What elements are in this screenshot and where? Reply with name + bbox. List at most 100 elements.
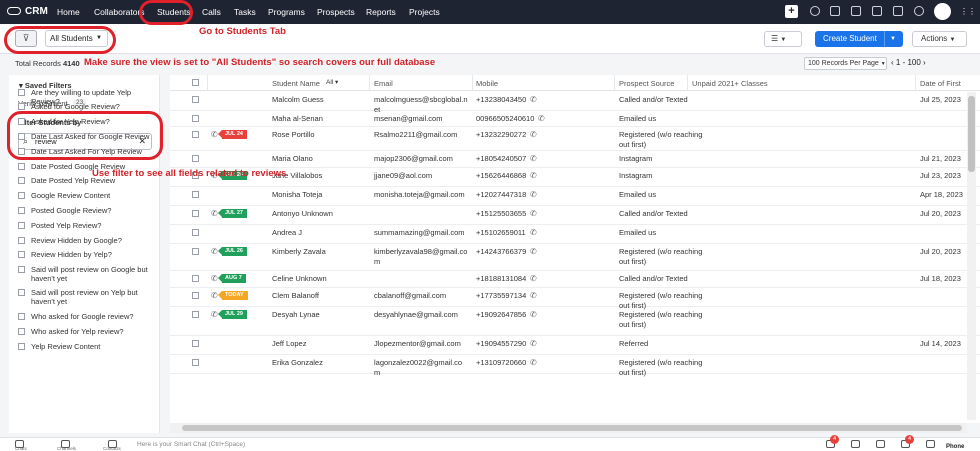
phone-label[interactable]: Phone: [946, 444, 964, 450]
phone-icon[interactable]: ✆: [538, 114, 545, 123]
col-unpaid-classes[interactable]: Unpaid 2021+ Classes: [692, 79, 768, 88]
student-name[interactable]: Rose Portillo: [272, 130, 367, 140]
student-email[interactable]: jjane09@aol.com: [374, 171, 468, 181]
row-checkbox[interactable]: [192, 131, 199, 138]
announcement-icon[interactable]: 4: [826, 435, 839, 448]
student-name[interactable]: Erika Gonzalez: [272, 358, 367, 368]
table-row[interactable]: Jeff Lopez Jlopezmentor@gmail.com +1909455…: [170, 336, 980, 355]
student-mobile[interactable]: +12027447318: [476, 190, 526, 200]
student-mobile[interactable]: +15125503655: [476, 209, 526, 219]
settings-gear-icon[interactable]: [914, 6, 924, 16]
row-checkbox[interactable]: [192, 155, 199, 162]
student-mobile[interactable]: +17735597134: [476, 291, 526, 301]
table-row[interactable]: ✆ JUL 29 Desyah Lynae desyahlynae@gmail.com…: [170, 307, 980, 336]
alarm-icon[interactable]: 4: [901, 435, 914, 448]
records-per-page-select[interactable]: 100 Records Per Page ▼: [804, 57, 887, 70]
table-row[interactable]: ✆ JUL 26 Jane Villalobos jjane09@aol.com +15…: [170, 168, 980, 187]
student-email[interactable]: lagonzalez0022@gmail.com: [374, 358, 468, 377]
phone-call-icon[interactable]: ✆: [211, 130, 218, 139]
student-name[interactable]: Clem Balanoff: [272, 291, 367, 301]
filter-field-checkbox[interactable]: [18, 207, 25, 214]
chevron-down-icon[interactable]: ▼: [890, 31, 896, 47]
nav-reports[interactable]: Reports: [366, 7, 396, 17]
table-row[interactable]: ✆ AUG 7 Celine Unknown +18188131084 ✆ Called …: [170, 271, 980, 288]
row-checkbox[interactable]: [192, 115, 199, 122]
filter-field-item[interactable]: Review Hidden by Google?: [18, 236, 158, 245]
student-email[interactable]: kimberlyzavala98@gmail.com: [374, 247, 468, 266]
student-email[interactable]: majop2306@gmail.com: [374, 154, 468, 164]
filter-field-checkbox[interactable]: [18, 177, 25, 184]
smart-chat-input[interactable]: Here is your Smart Chat (Ctrl+Space): [137, 441, 245, 448]
student-mobile[interactable]: +13232290272: [476, 130, 526, 140]
filter-field-item[interactable]: Said will post review on Google but have…: [18, 265, 158, 283]
actions-button[interactable]: Actions ▼: [912, 31, 967, 47]
mail-icon[interactable]: [872, 6, 882, 16]
student-mobile[interactable]: +18188131084: [476, 274, 526, 284]
student-name[interactable]: Maha al-Senan: [272, 114, 367, 124]
student-name[interactable]: Jeff Lopez: [272, 339, 367, 349]
filter-field-item[interactable]: Posted Google Review?: [18, 206, 158, 215]
phone-icon[interactable]: ✆: [530, 310, 537, 319]
row-checkbox[interactable]: [192, 292, 199, 299]
student-mobile[interactable]: +18054240507: [476, 154, 526, 164]
student-mobile[interactable]: +13238043450: [476, 95, 526, 105]
nav-collaborators[interactable]: Collaborators: [94, 7, 145, 17]
nav-projects[interactable]: Projects: [409, 7, 440, 17]
filter-field-item[interactable]: Posted Yelp Review?: [18, 221, 158, 230]
table-row[interactable]: Maria Olano majop2306@gmail.com +180542405…: [170, 151, 980, 168]
phone-icon[interactable]: ✆: [530, 190, 537, 199]
name-filter-select[interactable]: All ▾: [326, 78, 338, 86]
table-row[interactable]: ✆ TODAY Clem Balanoff cbalanoff@gmail.com +1…: [170, 288, 980, 310]
row-checkbox[interactable]: [192, 210, 199, 217]
filter-field-checkbox[interactable]: [18, 192, 25, 199]
table-row[interactable]: Monisha Toteja monisha.toteja@gmail.com +1…: [170, 187, 980, 206]
student-name[interactable]: Kimberly Zavala: [272, 247, 367, 257]
refresh-icon[interactable]: [876, 440, 885, 448]
phone-call-icon[interactable]: ✆: [211, 310, 218, 319]
prev-page-icon[interactable]: ‹: [891, 58, 894, 67]
horizontal-scrollbar[interactable]: [170, 423, 967, 433]
filter-field-item[interactable]: Who asked for Yelp review?: [18, 327, 158, 336]
student-mobile[interactable]: +14243766379: [476, 247, 526, 257]
select-all-checkbox[interactable]: [192, 79, 199, 86]
filter-field-checkbox[interactable]: [18, 251, 25, 258]
row-checkbox[interactable]: [192, 275, 199, 282]
filter-field-item[interactable]: Google Review Content: [18, 191, 158, 200]
phone-call-icon[interactable]: ✆: [211, 274, 218, 283]
phone-call-icon[interactable]: ✆: [211, 247, 218, 256]
phone-icon[interactable]: ✆: [530, 95, 537, 104]
calendar-icon[interactable]: [851, 6, 861, 16]
filter-field-item[interactable]: Yelp Review Content: [18, 342, 158, 351]
student-mobile[interactable]: +13109720660: [476, 358, 526, 368]
phone-icon[interactable]: ✆: [530, 274, 537, 283]
horizontal-scroll-thumb[interactable]: [182, 425, 962, 431]
student-email[interactable]: monisha.toteja@gmail.com: [374, 190, 468, 200]
phone-icon[interactable]: ✆: [530, 339, 537, 348]
student-email[interactable]: Rsalmo2211@gmail.com: [374, 130, 468, 140]
nav-prospects[interactable]: Prospects: [317, 7, 355, 17]
timer-icon[interactable]: [851, 440, 860, 448]
search-icon[interactable]: [810, 6, 820, 16]
apps-grid-icon[interactable]: ⋮⋮: [960, 7, 976, 16]
table-row[interactable]: Maha al-Senan msenan@gmail.com 00966505240…: [170, 111, 980, 127]
table-row[interactable]: ✆ JUL 27 Antonyo Unknown +15125503655 ✆ Calle…: [170, 206, 980, 225]
col-prospect-source[interactable]: Prospect Source: [619, 79, 674, 88]
nav-calls[interactable]: Calls: [202, 7, 221, 17]
next-page-icon[interactable]: ›: [923, 58, 926, 67]
phone-icon[interactable]: ✆: [530, 171, 537, 180]
student-email[interactable]: Jlopezmentor@gmail.com: [374, 339, 468, 349]
table-row[interactable]: ✆ JUL 24 Rose Portillo Rsalmo2211@gmail.com…: [170, 127, 980, 151]
row-checkbox[interactable]: [192, 340, 199, 347]
student-name[interactable]: Celine Unknown: [272, 274, 367, 284]
filter-field-checkbox[interactable]: [18, 313, 25, 320]
phone-icon[interactable]: ✆: [530, 154, 537, 163]
col-student-name[interactable]: Student Name: [272, 79, 320, 88]
phone-icon[interactable]: ✆: [530, 130, 537, 139]
phone-icon[interactable]: ✆: [530, 247, 537, 256]
nav-home[interactable]: Home: [57, 7, 80, 17]
nav-programs[interactable]: Programs: [268, 7, 305, 17]
row-checkbox[interactable]: [192, 191, 199, 198]
row-checkbox[interactable]: [192, 229, 199, 236]
crm-logo[interactable]: CRM: [7, 6, 48, 17]
filter-field-checkbox[interactable]: [18, 328, 25, 335]
